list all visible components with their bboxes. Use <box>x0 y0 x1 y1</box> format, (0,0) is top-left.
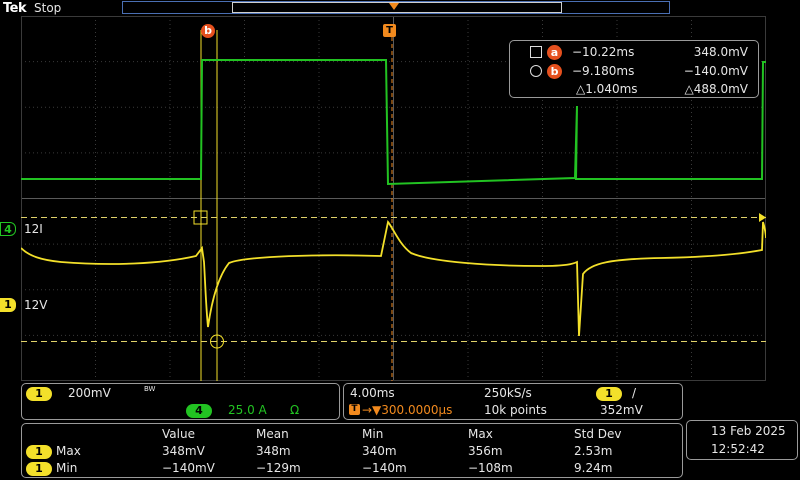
horizontal-trigger-panel[interactable]: 4.00ms 250kS/s 1 / T →▼300.0000µs 10k po… <box>343 383 683 420</box>
ch4-scale: 25.0 A <box>228 403 267 417</box>
meas-row-max-name: Max <box>56 444 81 458</box>
measurements-panel[interactable]: Value Mean Min Max Std Dev 1 Max 348mV 3… <box>21 423 683 478</box>
cursor-b-badge: b <box>547 64 562 79</box>
meas-row-max-value: 348mV <box>162 444 205 458</box>
cursor-a-value: 348.0mV <box>693 45 748 59</box>
horizontal-position: →▼300.0000µs <box>362 403 453 417</box>
datetime-panel[interactable]: 13 Feb 2025 12:52:42 <box>686 420 798 460</box>
meas-row-max-max: 356m <box>468 444 503 458</box>
ch4-termination-icon: Ω <box>290 403 300 417</box>
meas-header-value: Value <box>162 427 195 441</box>
trigger-position-tag[interactable]: T <box>383 24 396 37</box>
sample-rate: 250kS/s <box>484 386 532 400</box>
ch4-ground-marker[interactable]: 4 <box>0 222 16 236</box>
trigger-position-icon-small: T <box>349 404 360 415</box>
meas-header-max: Max <box>468 427 493 441</box>
cursor-b-tag[interactable]: b <box>201 24 215 38</box>
meas-row-min-min: −140m <box>362 461 407 475</box>
cursor-delta-value: △488.0mV <box>684 82 748 96</box>
cursor-readout[interactable]: a −10.22ms 348.0mV b −9.180ms −140.0mV △… <box>509 40 759 98</box>
cursor-a-row: a −10.22ms 348.0mV <box>510 43 758 61</box>
meas-row-min-value: −140mV <box>162 461 215 475</box>
square-cursor-icon <box>530 46 542 58</box>
horizontal-scale: 4.00ms <box>350 386 395 400</box>
ch4-label: 12I <box>24 222 43 236</box>
ch1-label: 12V <box>24 298 48 312</box>
meas-header-mean: Mean <box>256 427 289 441</box>
trigger-slope-icon: / <box>632 386 637 400</box>
meas-row-max[interactable]: 1 Max 348mV 348m 340m 356m 2.53m <box>22 444 682 460</box>
ch1-ground-marker[interactable]: 1 <box>0 298 16 312</box>
meas-row-max-ch-badge: 1 <box>26 445 52 459</box>
date-label: 13 Feb 2025 <box>711 424 786 438</box>
trigger-source-badge[interactable]: 1 <box>596 387 622 401</box>
trigger-position-icon <box>389 3 399 10</box>
meas-header-stddev: Std Dev <box>574 427 622 441</box>
meas-row-max-mean: 348m <box>256 444 291 458</box>
trigger-level-icon <box>759 213 766 222</box>
circle-cursor-icon <box>530 65 542 77</box>
record-length: 10k points <box>484 403 547 417</box>
meas-row-min[interactable]: 1 Min −140mV −129m −140m −108m 9.24m <box>22 461 682 477</box>
cursor-a-badge: a <box>547 45 562 60</box>
time-label: 12:52:42 <box>711 442 765 456</box>
meas-row-min-mean: −129m <box>256 461 301 475</box>
meas-row-max-min: 340m <box>362 444 397 458</box>
meas-row-max-stddev: 2.53m <box>574 444 613 458</box>
meas-row-min-ch-badge: 1 <box>26 462 52 476</box>
meas-header-min: Min <box>362 427 384 441</box>
brand-logo: Tek <box>3 1 27 16</box>
trigger-level: 352mV <box>600 403 643 417</box>
cursor-b-time: −9.180ms <box>572 64 635 78</box>
cursor-a-time: −10.22ms <box>572 45 635 59</box>
run-state-label: Stop <box>34 1 62 15</box>
ch1-scale: 200mV <box>68 386 111 400</box>
vertical-settings-panel[interactable]: 1 200mV BW 4 25.0 A Ω <box>21 383 340 420</box>
ch1-badge[interactable]: 1 <box>26 387 52 401</box>
meas-row-min-max: −108m <box>468 461 513 475</box>
cursor-delta-row: △1.040ms △488.0mV <box>510 81 758 99</box>
meas-row-min-stddev: 9.24m <box>574 461 613 475</box>
bandwidth-limit-icon: BW <box>144 385 156 393</box>
cursor-delta-time: △1.040ms <box>576 82 638 96</box>
cursor-b-value: −140.0mV <box>683 64 748 78</box>
ch4-badge[interactable]: 4 <box>186 404 212 418</box>
cursor-b-row: b −9.180ms −140.0mV <box>510 62 758 80</box>
meas-row-min-name: Min <box>56 461 78 475</box>
